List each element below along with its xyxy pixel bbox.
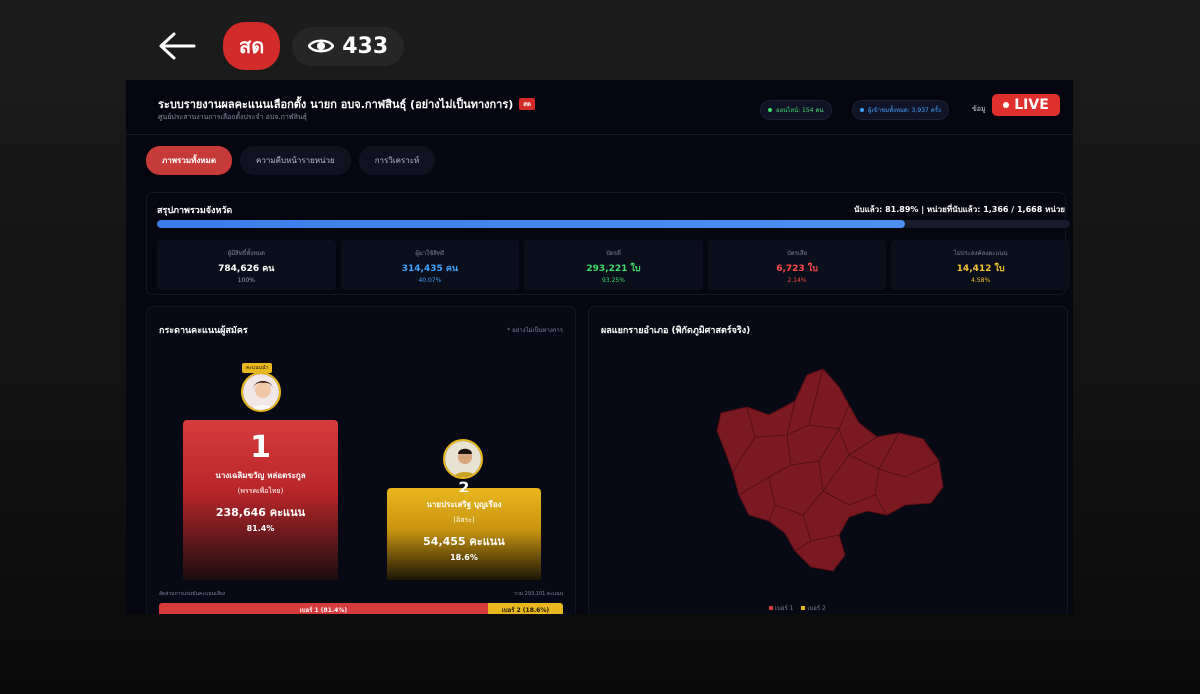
summary-title: สรุปภาพรวมจังหวัด <box>157 206 233 216</box>
stat-value: 314,435 คน <box>401 264 459 274</box>
eye-icon <box>308 39 335 53</box>
online-chip-text: ออนไลน์: 154 คน <box>776 107 824 114</box>
stat-eligible: ผู้มีสิทธิ์ทั้งหมด 784,626 คน 100% <box>157 240 336 290</box>
candidate-1-photo <box>243 374 279 410</box>
tab-overview[interactable]: ภาพรวมทั้งหมด <box>146 146 233 175</box>
candidates-panel-title: กระดานคะแนนผู้สมัคร <box>159 326 248 336</box>
title-live-tag: สด <box>519 98 535 110</box>
election-dashboard: ระบบรายงานผลคะแนนเลือกตั้ง นายก อบจ.กาฬส… <box>126 80 1073 614</box>
summary-stats: ผู้มีสิทธิ์ทั้งหมด 784,626 คน 100% ผู้มา… <box>157 240 1070 290</box>
candidate-1-name: นางเฉลิมขวัญ หล่อตระกูล <box>215 471 306 480</box>
stat-value: 293,221 ใบ <box>586 264 641 274</box>
dashboard-header: ระบบรายงานผลคะแนนเลือกตั้ง นายก อบจ.กาฬส… <box>126 80 1073 135</box>
live-status-pill: สด <box>223 22 281 70</box>
legend-swatch-icon <box>769 606 773 610</box>
vote-share-bar: เบอร์ 1 (81.4%) เบอร์ 2 (18.6%) <box>159 603 563 614</box>
back-button[interactable] <box>155 24 199 68</box>
district-map-panel: ผลแยกรายอำเภอ (พิกัดภูมิศาสตร์จริง) เบอร… <box>588 306 1068 614</box>
stat-percent: 100% <box>237 277 255 284</box>
legend-label: เบอร์ 1 <box>775 605 794 612</box>
avatar <box>443 439 483 479</box>
dashboard-tabs: ภาพรวมทั้งหมด ความคืบหน้ารายหน่วย การวิเ… <box>146 146 436 175</box>
avatar <box>241 372 281 412</box>
candidate-2-party: (อิสระ) <box>453 516 475 524</box>
candidate-2-photo <box>445 441 481 477</box>
stat-valid-ballots: บัตรดี 293,221 ใบ 93.25% <box>524 240 703 290</box>
stat-percent: 93.25% <box>602 277 625 284</box>
data-label: ข้อมู <box>972 105 986 113</box>
summary-counted-text: นับแล้ว: 81.89% | หน่วยที่นับแล้ว: 1,366… <box>854 205 1065 214</box>
stat-label: ไม่ประสงค์ลงคะแนน <box>953 250 1008 257</box>
visitors-chip-text: ผู้เข้าชมทั้งหมด: 3,937 ครั้ง <box>868 107 941 114</box>
stat-label: บัตรเสีย <box>787 250 808 257</box>
stat-label: บัตรดี <box>606 250 621 257</box>
candidate-1-bar: 1 นางเฉลิมขวัญ หล่อตระกูล (พรรคเพื่อไทย)… <box>183 420 338 580</box>
online-dot-icon <box>768 108 772 112</box>
legend-item: เบอร์ 1 <box>769 603 793 613</box>
district-map[interactable] <box>699 365 959 575</box>
stat-no-vote: ไม่ประสงค์ลงคะแนน 14,412 ใบ 4.58% <box>891 240 1070 290</box>
visitors-chip: ผู้เข้าชมทั้งหมด: 3,937 ครั้ง <box>852 100 949 120</box>
online-chip: ออนไลน์: 154 คน <box>760 100 832 120</box>
dashboard-subtitle: ศูนย์ประสานงานการเลือกตั้งประจำ อบจ.กาฬส… <box>158 113 307 121</box>
dashboard-title: ระบบรายงานผลคะแนนเลือกตั้ง นายก อบจ.กาฬส… <box>158 95 535 113</box>
map-panel-title: ผลแยกรายอำเภอ (พิกัดภูมิศาสตร์จริง) <box>601 326 751 336</box>
stat-label: ผู้มีสิทธิ์ทั้งหมด <box>227 250 266 257</box>
legend-label: เบอร์ 2 <box>807 605 826 612</box>
share-total: รวม 293,101 คะแนน <box>514 591 563 597</box>
candidate-2-bar: 2 นายประเสริฐ บุญเรือง (อิสระ) 54,455 คะ… <box>387 478 541 580</box>
stat-value: 14,412 ใบ <box>956 264 1005 274</box>
legend-swatch-icon <box>801 606 806 610</box>
vote-share-candidate-1: เบอร์ 1 (81.4%) <box>159 603 488 614</box>
candidate-2-votes: 54,455 คะแนน <box>423 535 505 548</box>
live-badge-text: LIVE <box>1014 97 1049 113</box>
viewer-count: 433 <box>342 33 389 59</box>
candidate-1-rank: 1 <box>250 430 271 465</box>
legend-item: เบอร์ 2 <box>801 603 826 613</box>
candidate-1-party: (พรรคเพื่อไทย) <box>237 487 284 495</box>
stat-invalid-ballots: บัตรเสีย 6,723 ใบ 2.14% <box>707 240 887 290</box>
candidate-2-name: นายประเสริฐ บุญเรือง <box>426 500 502 509</box>
dashboard-title-text: ระบบรายงานผลคะแนนเลือกตั้ง นายก อบจ.กาฬส… <box>158 98 514 111</box>
map-legend: เบอร์ 1 เบอร์ 2 <box>769 603 826 613</box>
live-badge: LIVE <box>992 94 1060 116</box>
stat-percent: 4.58% <box>971 277 991 284</box>
visitors-dot-icon <box>860 108 864 112</box>
candidate-2-rank: 2 <box>458 478 470 492</box>
vote-share-candidate-2: เบอร์ 2 (18.6%) <box>487 603 563 614</box>
share-label: สัดส่วนการแข่งขันคะแนนเสียง <box>159 591 226 597</box>
count-progress-bar <box>157 220 1070 228</box>
tab-unit-progress[interactable]: ความคืบหน้ารายหน่วย <box>240 146 351 175</box>
candidates-panel: กระดานคะแนนผู้สมัคร * อย่างไม่เป็นทางการ… <box>146 306 576 614</box>
candidate-1-votes: 238,646 คะแนน <box>215 506 306 519</box>
candidate-1-percent: 81.4% <box>246 524 275 533</box>
stat-value: 6,723 ใบ <box>776 264 818 274</box>
stat-turnout: ผู้มาใช้สิทธิ 314,435 คน 40.07% <box>340 240 520 290</box>
stream-top-bar: สด 433 <box>155 22 405 70</box>
live-dot-icon <box>1003 102 1010 108</box>
province-summary: สรุปภาพรวมจังหวัด นับแล้ว: 81.89% | หน่ว… <box>146 192 1070 295</box>
district-region <box>716 368 944 572</box>
viewer-count-pill: 433 <box>292 26 405 66</box>
candidates-panel-note: * อย่างไม่เป็นทางการ <box>507 327 563 334</box>
stat-value: 784,626 คน <box>218 264 275 274</box>
candidate-2-percent: 18.6% <box>450 553 478 562</box>
back-arrow-icon <box>159 32 196 60</box>
tab-analysis[interactable]: การวิเคราะห์ <box>358 146 436 175</box>
stat-percent: 40.07% <box>418 277 442 284</box>
stat-percent: 2.14% <box>787 277 807 284</box>
count-progress-fill <box>157 220 905 228</box>
stat-label: ผู้มาใช้สิทธิ <box>415 250 445 257</box>
